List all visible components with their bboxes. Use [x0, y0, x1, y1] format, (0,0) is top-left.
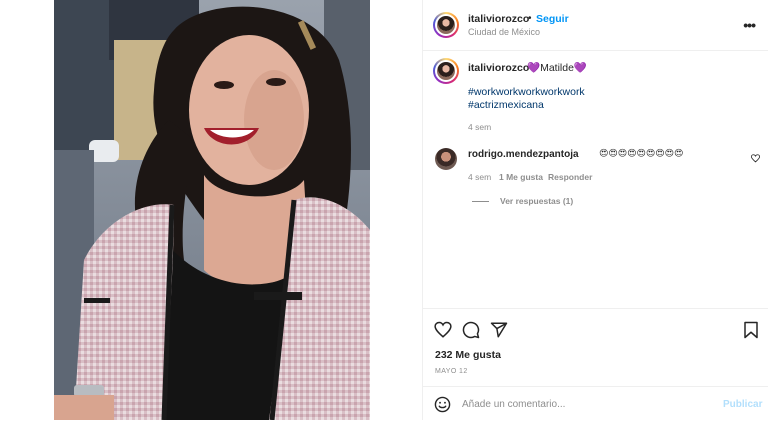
comment-likes[interactable]: 1 Me gusta: [499, 172, 543, 182]
caption-username[interactable]: italiviorozco: [468, 62, 529, 74]
comment-text: 😍😍😍😍😍😍😍😍😍: [599, 148, 684, 158]
emoji-icon[interactable]: [434, 396, 451, 413]
gutter: [370, 0, 422, 420]
comment-time: 4 sem: [468, 172, 492, 182]
like-icon[interactable]: [434, 321, 452, 339]
follow-button[interactable]: Seguir: [536, 13, 569, 25]
replies-divider: [472, 201, 489, 202]
post-location[interactable]: Ciudad de México: [468, 27, 540, 37]
post-side-panel: italiviorozco • Seguir Ciudad de México …: [422, 0, 768, 420]
header-separator: •: [528, 13, 532, 24]
post-actions: 232 Me gusta MAYO 12: [423, 308, 768, 389]
hashtag-link[interactable]: #actrizmexicana: [468, 99, 544, 111]
add-comment-bar: Añade un comentario... Publicar: [423, 386, 768, 421]
commenter-avatar[interactable]: [435, 148, 457, 170]
comment-input[interactable]: Añade un comentario...: [462, 399, 565, 410]
post-date: MAYO 12: [435, 368, 468, 375]
share-icon[interactable]: [490, 321, 508, 339]
author-username[interactable]: italiviorozco: [468, 13, 529, 25]
author-avatar[interactable]: [433, 12, 459, 38]
save-icon[interactable]: [743, 321, 759, 339]
commenter-username[interactable]: rodrigo.mendezpantoja: [468, 149, 579, 160]
post-header: italiviorozco • Seguir Ciudad de México …: [423, 0, 768, 51]
comment-like-icon[interactable]: [751, 154, 760, 163]
page-backdrop: [0, 0, 54, 420]
hashtag-link[interactable]: #workworkworkworkwork: [468, 86, 585, 98]
publish-button[interactable]: Publicar: [723, 399, 762, 410]
view-replies-button[interactable]: Ver respuestas (1): [500, 196, 573, 206]
caption-avatar[interactable]: [433, 58, 459, 84]
likes-count[interactable]: 232 Me gusta: [435, 349, 501, 361]
caption-text: 💜Matilde💜: [527, 62, 587, 74]
post-photo[interactable]: [54, 0, 370, 420]
more-options-icon[interactable]: •••: [743, 17, 756, 33]
caption-time: 4 sem: [468, 122, 492, 132]
reply-button[interactable]: Responder: [548, 172, 592, 182]
photo-illustration: [54, 0, 370, 420]
comment-icon[interactable]: [462, 321, 480, 339]
